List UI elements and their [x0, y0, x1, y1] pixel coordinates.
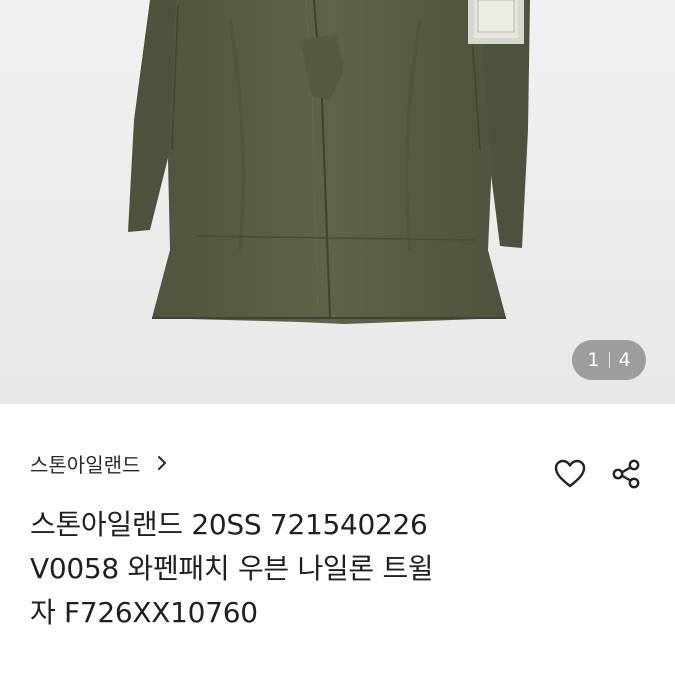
- chevron-right-icon: [158, 456, 167, 470]
- like-button[interactable]: [548, 452, 592, 496]
- product-title: 스톤아일랜드 20SS 721540226 V0058 와펜패치 우븐 나일론 …: [30, 503, 550, 635]
- total-pages: 4: [618, 349, 631, 371]
- brand-name: 스톤아일랜드: [30, 452, 141, 477]
- share-icon: [612, 459, 640, 489]
- product-title-line-3: 자 F726XX10760: [30, 596, 258, 629]
- product-detail-page: 1 4 스톤아일랜드 스톤아일랜드 20SS 721540226 V0058 와…: [0, 0, 675, 675]
- brand-link[interactable]: 스톤아일랜드: [30, 446, 172, 480]
- image-page-counter: 1 4: [572, 340, 646, 380]
- product-title-line-2: V0058 와펜패치 우븐 나일론 트윌: [30, 552, 434, 585]
- share-button[interactable]: [604, 452, 648, 496]
- product-photo: [0, 0, 675, 404]
- product-image-gallery[interactable]: 1 4: [0, 0, 675, 404]
- page-separator: [608, 352, 610, 368]
- product-title-line-1: 스톤아일랜드 20SS 721540226: [30, 508, 428, 541]
- current-page: 1: [587, 349, 600, 371]
- heart-icon: [554, 459, 586, 488]
